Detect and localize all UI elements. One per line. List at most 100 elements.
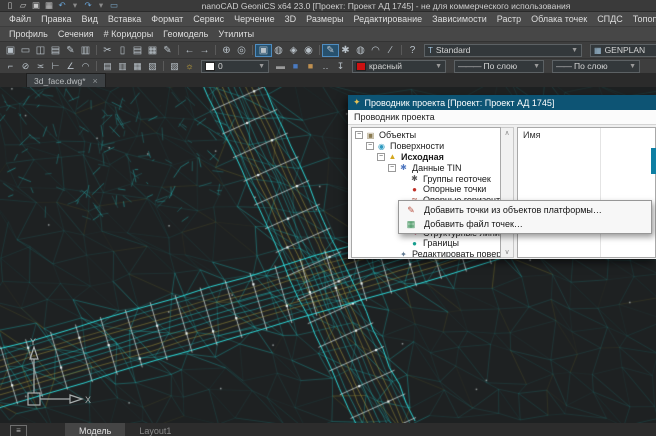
project-tree[interactable]: −▣Объекты−◉Поверхности−▲Исходная−✱Данные… (351, 127, 501, 258)
text-style-combo[interactable]: T Standard ▼ (424, 44, 582, 57)
arc-tool-icon[interactable]: ◠ (368, 45, 383, 56)
layer-freeze-icon[interactable]: ▦ (130, 61, 145, 72)
tree-item-edit-surface[interactable]: ✦Редактировать поверхность (352, 249, 500, 258)
expander-icon[interactable]: − (355, 131, 363, 139)
menu-item-редактирование[interactable]: Редактирование (349, 14, 428, 24)
layer-combo[interactable]: 0 ▼ (201, 60, 269, 73)
palette-title-bar[interactable]: ✦ Проводник проекта [Проект: Проект АД 1… (348, 95, 656, 110)
genplan-combo[interactable]: ▦ GENPLAN (590, 44, 656, 57)
tree-item-surfaces[interactable]: −◉Поверхности (352, 141, 500, 152)
item-list-panel[interactable]: Имя (517, 127, 656, 258)
menu-item-топоплан[interactable]: Топоплан (628, 14, 656, 24)
layer-new-icon[interactable]: ▥ (115, 61, 130, 72)
cut-icon[interactable]: ✂ (100, 45, 115, 56)
menu-item-зависимости[interactable]: Зависимости (427, 14, 492, 24)
scroll-up-icon[interactable]: ∧ (504, 129, 509, 137)
save-icon[interactable]: ▣ (3, 45, 18, 56)
redo-arrow-icon[interactable]: → (197, 45, 212, 56)
menu-item-утилиты[interactable]: Утилиты (213, 29, 259, 39)
ctx-add-points-file[interactable]: ▦Добавить файл точек… (400, 217, 650, 231)
zoom-previous-icon[interactable]: ◉ (301, 45, 316, 56)
print-icon[interactable]: ▭ (108, 0, 120, 11)
redo-caret-icon[interactable]: ▾ (95, 0, 107, 11)
save-icon[interactable]: ▣ (30, 0, 42, 11)
pdf-export-icon[interactable]: ▤ (48, 45, 63, 56)
menu-item-вставка[interactable]: Вставка (103, 14, 146, 24)
dim-arc-icon[interactable]: ◠ (78, 61, 93, 72)
dim-angular-icon[interactable]: ∠ (63, 61, 78, 72)
layer-off-icon[interactable]: ▧ (145, 61, 160, 72)
zoom-window-icon[interactable]: ▣ (256, 45, 271, 56)
make-current-icon[interactable]: ▬ (273, 61, 288, 71)
zoom-scale-icon[interactable]: ◈ (286, 45, 301, 56)
material-box-icon[interactable]: ■ (303, 61, 318, 71)
menu-item-вид[interactable]: Вид (77, 14, 103, 24)
properties-icon[interactable]: ✱ (338, 45, 353, 56)
dim-linear-icon[interactable]: ⌐ (3, 61, 18, 71)
close-icon[interactable]: × (93, 76, 98, 86)
menu-item-геомодель[interactable]: Геомодель (158, 29, 213, 39)
sketch-icon[interactable]: ✎ (323, 45, 338, 56)
copy-icon[interactable]: ▯ (115, 45, 130, 56)
dim-aligned-icon[interactable]: ≍ (33, 61, 48, 72)
menu-item-облака-точек[interactable]: Облака точек (526, 14, 592, 24)
expander-icon[interactable]: − (366, 142, 374, 150)
paste-special-icon[interactable]: ▦ (145, 45, 160, 56)
menu-item-растр[interactable]: Растр (492, 14, 526, 24)
help-icon[interactable]: ? (405, 45, 420, 56)
color-box-icon[interactable]: ■ (288, 61, 303, 71)
scroll-down-icon[interactable]: ∨ (504, 248, 509, 256)
tab-model[interactable]: Модель (65, 423, 125, 436)
lineweight-combo[interactable]: —— По слою ▼ (552, 60, 640, 73)
menu-item-профиль[interactable]: Профиль (4, 29, 53, 39)
render-icon[interactable]: ◍ (353, 45, 368, 56)
menu-item-сервис[interactable]: Сервис (188, 14, 229, 24)
dim-ordinate-icon[interactable]: ⊢ (48, 61, 63, 72)
pan-icon[interactable]: ⊕ (219, 45, 234, 56)
more-dots-icon[interactable]: ‥ (318, 61, 333, 72)
open-file-icon[interactable]: ▱ (17, 0, 29, 11)
paste-icon[interactable]: ▤ (130, 45, 145, 56)
zoom-dynamic-icon[interactable]: ◍ (271, 45, 286, 56)
format-painter-icon[interactable]: ✎ (160, 45, 175, 56)
new-file-icon[interactable]: ▯ (4, 0, 16, 11)
ctx-add-points-from-objects[interactable]: ✎Добавить точки из объектов платформы… (400, 203, 650, 217)
pin-layer-icon[interactable]: ↧ (333, 61, 348, 72)
print-icon[interactable]: ▭ (18, 45, 33, 56)
tree-item-point-groups[interactable]: ✱Группы геоточек (352, 173, 500, 184)
undo-arrow-icon[interactable]: ← (182, 45, 197, 56)
layer-properties-icon[interactable]: ▤ (100, 61, 115, 72)
menu-item-формат[interactable]: Формат (146, 14, 188, 24)
copy-sheet-icon[interactable]: ▥ (78, 45, 93, 56)
drawing-viewport[interactable]: Y X ✦ Проводник проекта [Проект: Проект … (0, 87, 656, 423)
document-tab-3d-face[interactable]: 3d_face.dwg* × (26, 73, 106, 87)
linetype-combo[interactable]: ——— По слою ▼ (454, 60, 544, 73)
undo-caret-icon[interactable]: ▾ (69, 0, 81, 11)
menu-item-файл[interactable]: Файл (4, 14, 36, 24)
zoom-realtime-icon[interactable]: ◎ (234, 45, 249, 56)
edit-block-icon[interactable]: ✎ (63, 45, 78, 56)
expander-icon[interactable]: − (377, 153, 385, 161)
save-all-icon[interactable]: ▦ (43, 0, 55, 11)
menu-item-размеры[interactable]: Размеры (301, 14, 348, 24)
tree-scrollbar[interactable]: ∧ ∨ (501, 127, 514, 258)
layer-bulb-icon[interactable]: ☼ (182, 61, 197, 71)
tree-item-objects[interactable]: −▣Объекты (352, 130, 500, 141)
tab-layout1[interactable]: Layout1 (125, 423, 185, 436)
color-combo[interactable]: красный ▼ (352, 60, 446, 73)
menu-item-правка[interactable]: Правка (36, 14, 76, 24)
menu-item--коридоры[interactable]: # Коридоры (99, 29, 159, 39)
pen-tool-icon[interactable]: ∕ (383, 45, 398, 56)
menu-item-3d[interactable]: 3D (280, 14, 302, 24)
tree-item-control-points[interactable]: ●Опорные точки (352, 184, 500, 195)
layer-match-icon[interactable]: ▨ (167, 61, 182, 72)
menu-item-спдс[interactable]: СПДС (592, 14, 628, 24)
tree-item-boundaries[interactable]: ●Границы (352, 238, 500, 249)
redo-icon[interactable]: ↷ (82, 0, 94, 11)
tree-item-tin-data[interactable]: −✱Данные TIN (352, 162, 500, 173)
dim-diameter-icon[interactable]: ⊘ (18, 61, 33, 72)
tree-item-source-surface[interactable]: −▲Исходная (352, 152, 500, 163)
menu-item-сечения[interactable]: Сечения (53, 29, 99, 39)
undo-icon[interactable]: ↶ (56, 0, 68, 11)
menu-item-черчение[interactable]: Черчение (229, 14, 280, 24)
